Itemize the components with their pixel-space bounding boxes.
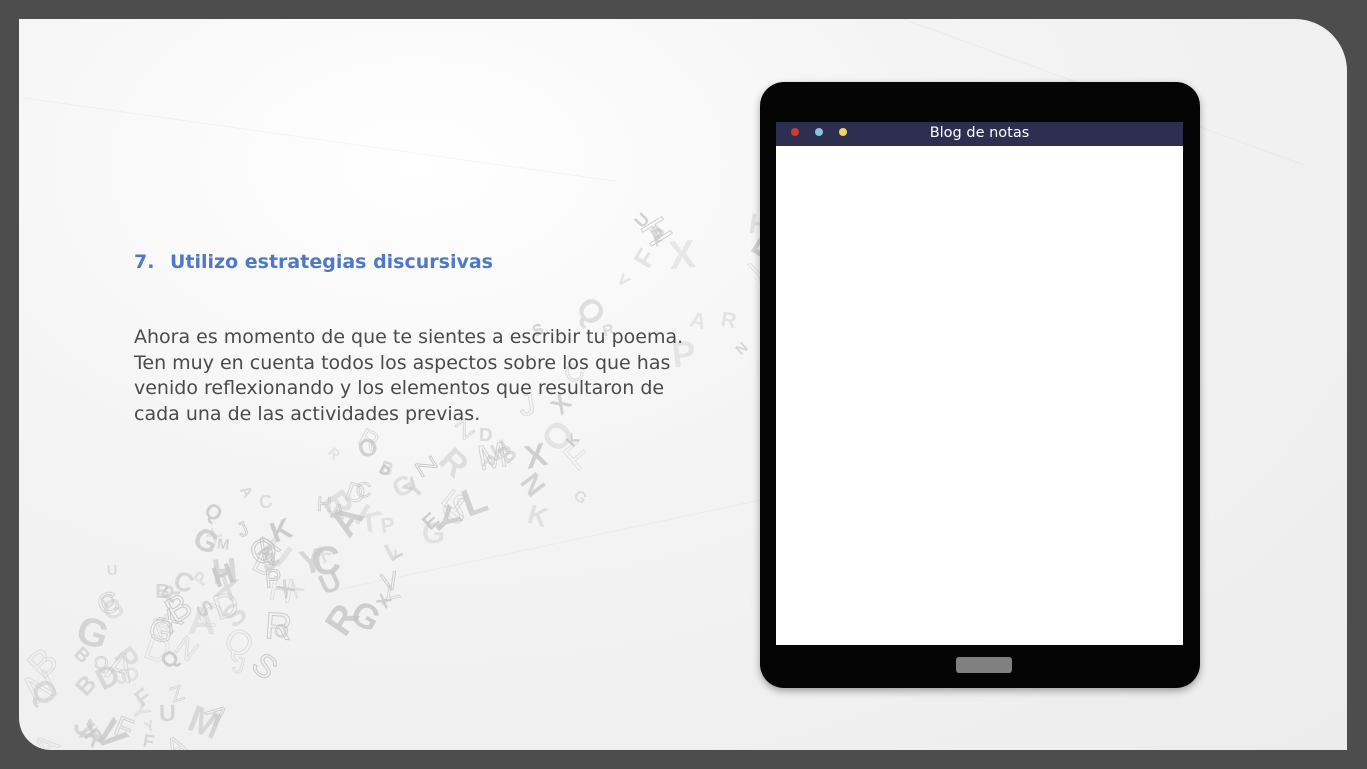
decorative-letter: C <box>355 478 373 503</box>
decorative-letter: R <box>431 441 476 486</box>
decorative-letter: S <box>244 644 285 687</box>
decorative-letter: U <box>106 562 118 580</box>
heading-number: 7. <box>134 251 155 273</box>
decorative-letter: V <box>615 270 633 289</box>
notepad-titlebar: Blog de notas <box>776 122 1183 146</box>
tablet-device: Blog de notas <box>760 82 1200 688</box>
decorative-letter: C <box>169 565 199 600</box>
decorative-letter: G <box>570 487 590 508</box>
slide-canvas: OQQDSQLVQCXFJBRXJMPRASKCAYZRHYFHAXAOBBHP… <box>19 19 1347 750</box>
tablet-home-button[interactable] <box>956 657 1012 673</box>
section-heading: 7. Utilizo estrategias discursivas <box>134 251 493 273</box>
decorative-letter: G <box>71 607 115 660</box>
notepad-text-area[interactable] <box>776 146 1183 645</box>
decorative-letter: R <box>718 307 738 333</box>
decorative-letter: X <box>666 231 697 278</box>
decorative-letter: K <box>523 498 552 533</box>
notepad-title: Blog de notas <box>929 125 1030 141</box>
decorative-letter: Q <box>216 619 260 667</box>
instruction-paragraph: Ahora es momento de que te sientes a esc… <box>134 326 684 425</box>
decorative-letter: G <box>421 516 446 551</box>
decorative-letter: U <box>159 699 177 726</box>
decorative-letter: R <box>324 444 343 464</box>
decorative-letter: N <box>513 467 551 504</box>
decorative-letter: C <box>256 489 274 513</box>
notepad-screen: Blog de notas <box>776 122 1183 645</box>
decorative-letter: A <box>235 482 256 502</box>
decorative-letter: P <box>379 513 397 538</box>
decorative-letter: R <box>263 604 294 649</box>
decorative-letter: N <box>732 339 752 359</box>
heading-text: Utilizo estrategias discursivas <box>170 251 493 273</box>
decorative-letter: A <box>27 728 66 750</box>
